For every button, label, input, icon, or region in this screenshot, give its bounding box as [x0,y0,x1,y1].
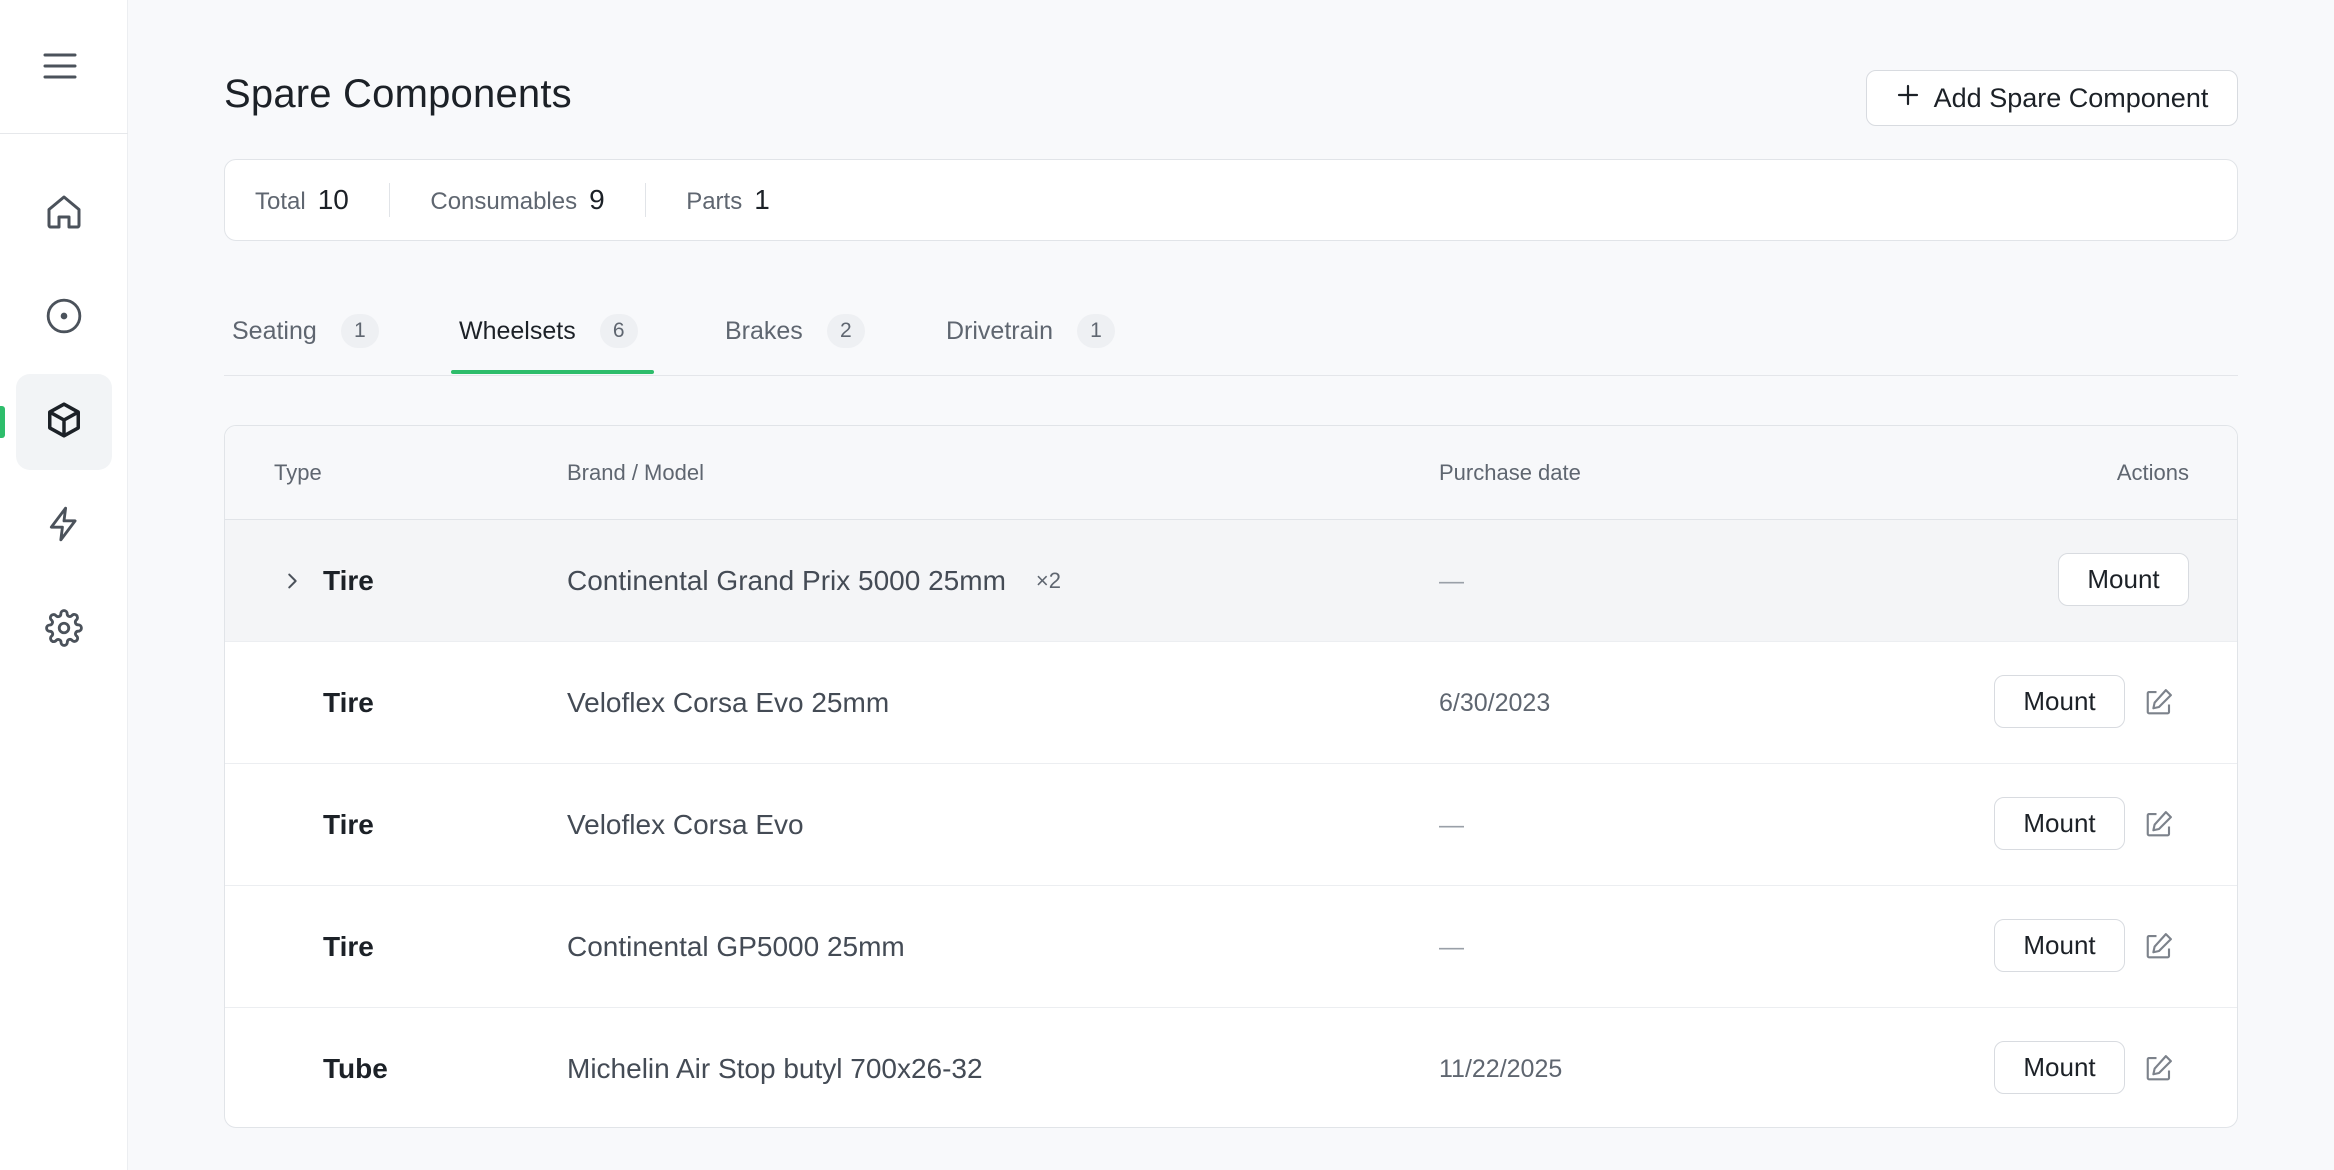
active-indicator [0,406,5,438]
model-text: Continental Grand Prix 5000 25mm [567,565,1006,596]
column-header-actions: Actions [2116,460,2189,485]
row-model: Michelin Air Stop butyl 700x26-32 [567,1053,983,1084]
components-table: Type Brand / Model Purchase date Actions… [224,425,2238,1128]
row-date: — [1439,566,1464,595]
sidebar-item-components[interactable] [16,374,112,470]
sidebar-item-rides[interactable] [16,270,112,366]
row-type: Tire [323,809,374,840]
tab-wheelsets[interactable]: Wheelsets 6 [459,286,638,376]
row-date: — [1439,810,1464,839]
row-model: Veloflex Corsa Evo [567,809,804,840]
stat-label: Consumables [430,188,578,215]
add-button-label: Add Spare Component [1933,82,2209,113]
stat-consumables: Consumables 9 [430,184,604,216]
tab-seating[interactable]: Seating 1 [232,286,379,376]
add-spare-component-button[interactable]: Add Spare Component [1866,70,2238,126]
mount-button[interactable]: Mount [1994,797,2125,850]
row-model: Continental GP5000 25mm [567,931,905,962]
row-model: Veloflex Corsa Evo 25mm [567,687,890,718]
tab-label: Brakes [725,316,803,345]
hamburger-icon [43,48,77,85]
chevron-right-icon[interactable] [267,520,303,642]
tab-count-badge: 2 [826,314,865,348]
sidebar-item-activity[interactable] [16,478,112,574]
table-row: Tire Continental GP5000 25mm — Mount [225,886,2237,1008]
gear-icon [45,608,83,652]
mount-button[interactable]: Mount [2058,553,2189,606]
category-tabs: Seating 1 Wheelsets 6 Brakes 2 Drivetrai… [224,286,2238,376]
row-type: Tire [323,931,374,962]
sidebar [0,0,128,1170]
stat-value: 9 [589,184,605,215]
table-row[interactable]: Tire Continental Grand Prix 5000 25mm ×2… [225,520,2237,642]
plus-icon [1896,83,1920,114]
edit-icon[interactable] [2142,685,2176,719]
page-title: Spare Components [224,72,572,116]
row-date: — [1439,932,1464,961]
tab-brakes[interactable]: Brakes 2 [725,286,865,376]
tab-count-badge: 6 [599,314,638,348]
stat-total: Total 10 [255,184,349,216]
edit-icon[interactable] [2142,929,2176,963]
edit-icon[interactable] [2142,1051,2176,1085]
tab-drivetrain[interactable]: Drivetrain 1 [946,286,1115,376]
tab-label: Wheelsets [459,316,576,345]
tab-count-badge: 1 [340,314,379,348]
mount-button[interactable]: Mount [1994,919,2125,972]
tab-label: Drivetrain [946,316,1053,345]
column-header-date: Purchase date [1439,460,1581,485]
stat-label: Parts [686,188,743,215]
table-header: Type Brand / Model Purchase date Actions [225,426,2237,520]
table-row: Tube Michelin Air Stop butyl 700x26-32 1… [225,1008,2237,1127]
column-header-model: Brand / Model [567,460,704,485]
column-header-type: Type [274,460,322,485]
row-model: Continental Grand Prix 5000 25mm ×2 [567,520,1061,642]
stat-label: Total [255,188,306,215]
active-tab-underline [451,370,654,374]
stat-value: 10 [317,184,349,215]
mount-button[interactable]: Mount [1994,675,2125,728]
sidebar-item-home[interactable] [16,166,112,262]
table-row: Tire Veloflex Corsa Evo 25mm 6/30/2023 M… [225,642,2237,764]
row-date: 6/30/2023 [1439,688,1551,717]
row-type: Tire [323,565,374,596]
divider [644,183,647,217]
stats-bar: Total 10 Consumables 9 Parts 1 [224,159,2238,241]
divider [388,183,391,217]
row-type: Tire [323,687,374,718]
box-icon [45,401,83,444]
edit-icon[interactable] [2142,807,2176,841]
home-icon [44,192,84,237]
quantity-badge: ×2 [1035,568,1061,593]
menu-toggle-button[interactable] [0,0,128,134]
row-date: 11/22/2025 [1439,1054,1563,1083]
sidebar-item-settings[interactable] [16,582,112,678]
lightning-icon [45,505,83,548]
row-type: Tube [323,1053,388,1084]
tab-label: Seating [232,316,317,345]
circle-dot-icon [45,297,83,340]
table-row: Tire Veloflex Corsa Evo — Mount [225,764,2237,886]
stat-parts: Parts 1 [686,184,770,216]
stat-value: 1 [754,184,770,215]
mount-button[interactable]: Mount [1994,1041,2125,1094]
tab-count-badge: 1 [1076,314,1115,348]
